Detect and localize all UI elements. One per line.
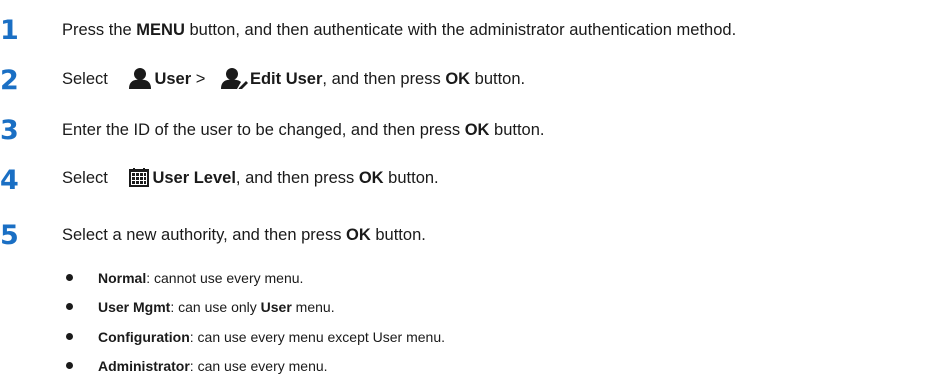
step-number: 5 — [0, 220, 19, 251]
step-4: 4 Select User Level, and then press OK b… — [0, 167, 439, 194]
list-item: Administrator: can use every menu. — [66, 356, 445, 385]
step-number: 2 — [0, 65, 19, 97]
step-2: 2 Select User > Edit User, and then pres… — [0, 67, 525, 95]
step-number: 3 — [0, 115, 19, 146]
step-text: Press the MENU button, and then authenti… — [62, 20, 737, 39]
authority-list: Normal: cannot use every menu. User Mgmt… — [66, 268, 445, 385]
user-label: User — [154, 70, 192, 88]
instruction-page: 1 Press the MENU button, and then authen… — [0, 0, 952, 385]
step-1: 1 Press the MENU button, and then authen… — [0, 17, 736, 44]
step-text: Select a new authority, and then press O… — [62, 225, 426, 244]
user-level-label: User Level — [152, 168, 236, 187]
menu-button-label: MENU — [136, 20, 185, 39]
ok-label: OK — [445, 70, 471, 88]
user-icon — [128, 67, 152, 95]
edit-user-icon — [220, 67, 248, 95]
list-item: Configuration: can use every menu except… — [66, 327, 445, 356]
step-number: 1 — [0, 15, 19, 46]
step-text: Enter the ID of the user to be changed, … — [62, 120, 545, 139]
step-text: Select User > Edit User, and then press … — [62, 67, 525, 95]
step-text: Select User Level, and then press OK but… — [62, 167, 439, 194]
bullet — [66, 361, 73, 369]
step-5: 5 Select a new authority, and then press… — [0, 222, 426, 249]
ok-label: OK — [346, 225, 371, 244]
bullet — [66, 303, 73, 311]
list-item: Normal: cannot use every menu. — [66, 268, 445, 297]
step-number: 4 — [0, 165, 19, 196]
bullet — [66, 274, 73, 281]
ok-label: OK — [464, 120, 490, 139]
step-3: 3 Enter the ID of the user to be changed… — [0, 117, 544, 144]
edit-user-label: Edit User — [249, 70, 323, 88]
list-item: User Mgmt: can use only User menu. — [66, 297, 445, 326]
calendar-grid-icon — [128, 167, 150, 194]
bullet — [66, 332, 73, 340]
ok-label: OK — [358, 168, 384, 187]
